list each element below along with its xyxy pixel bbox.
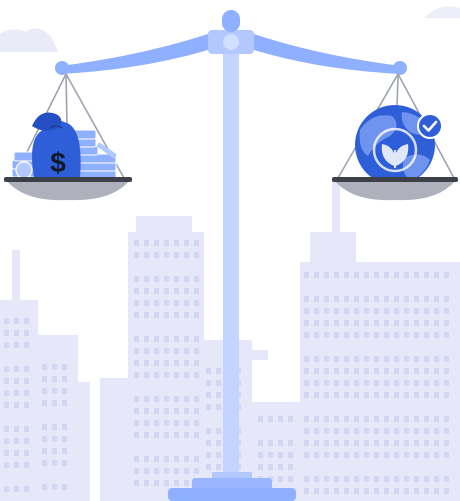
- scale-illustration: $: [0, 0, 460, 501]
- illustration-canvas: $: [0, 6, 460, 501]
- right-pan: [332, 177, 458, 201]
- dollar-symbol: $: [50, 147, 66, 178]
- left-pan: [4, 177, 132, 201]
- check-badge-icon: [417, 113, 443, 139]
- money-bag-icon: $: [32, 112, 81, 178]
